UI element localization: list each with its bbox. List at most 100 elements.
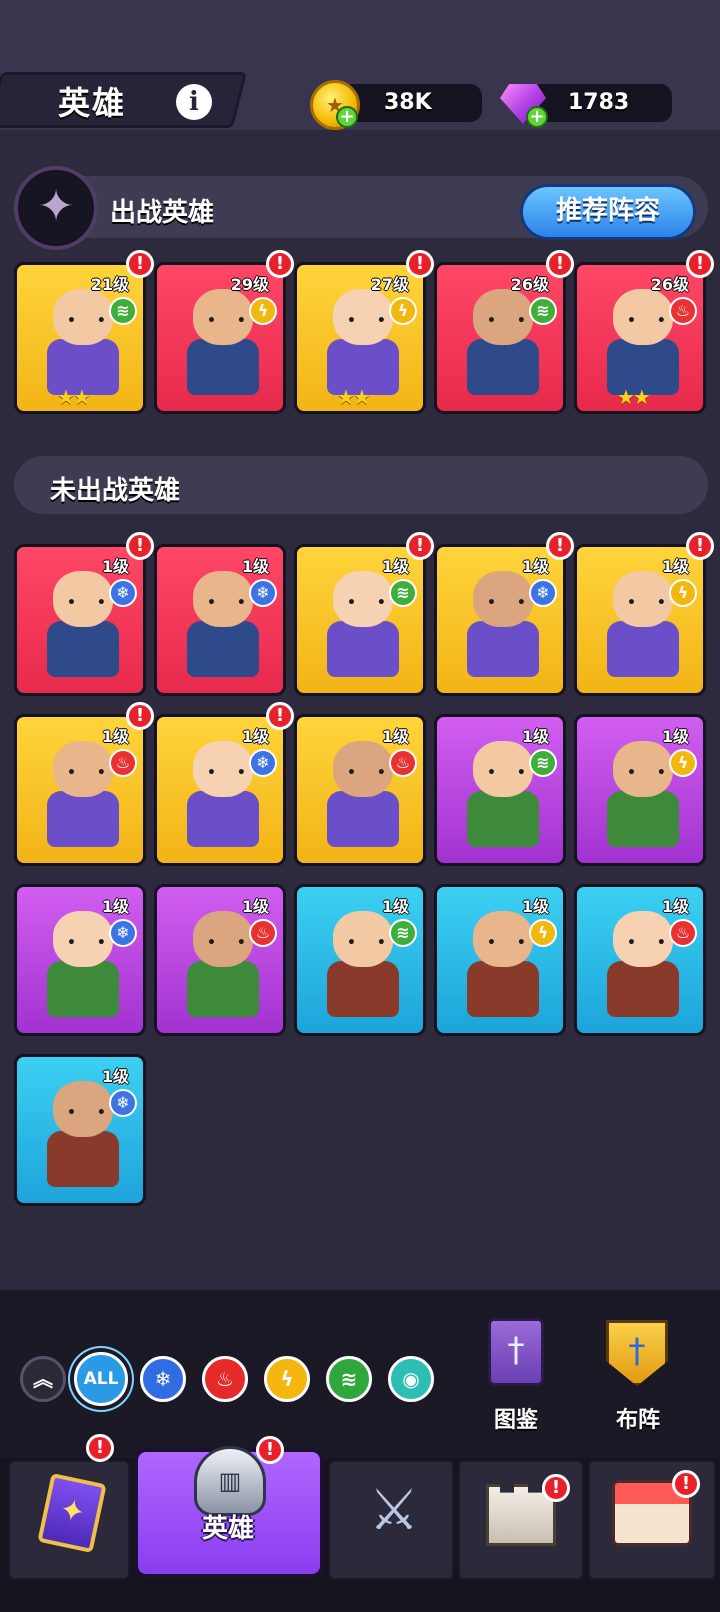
- inactive-hero-card[interactable]: • • 1级 ❄: [14, 1054, 146, 1206]
- wind-element-icon: ≋: [389, 919, 417, 947]
- hero-eyes: • •: [487, 313, 534, 329]
- inactive-hero-card[interactable]: • • 1级 ❄: [14, 884, 146, 1036]
- knight-helmet-icon: ▥: [194, 1446, 266, 1516]
- hero-eyes: • •: [487, 765, 534, 781]
- hero-eyes: • •: [347, 313, 394, 329]
- inactive-hero-card[interactable]: • • 1级 ♨: [574, 884, 706, 1036]
- hero-level: 1级: [241, 897, 269, 916]
- hero-level: 1级: [661, 557, 689, 576]
- hero-body: [467, 961, 539, 1017]
- filter-fire-icon[interactable]: ♨: [202, 1356, 248, 1402]
- hero-stars: ★★: [57, 385, 91, 409]
- add-coins-button[interactable]: +: [336, 106, 358, 128]
- inactive-hero-card[interactable]: • • 1级 ϟ: [574, 544, 706, 696]
- hero-alert-badge: !: [406, 250, 434, 278]
- active-hero-card[interactable]: • • 29级 ϟ: [154, 262, 286, 414]
- hero-body: [47, 621, 119, 677]
- hero-level: 1级: [381, 897, 409, 916]
- collapse-chevron-icon[interactable]: ︽: [20, 1356, 66, 1402]
- hero-body: [187, 621, 259, 677]
- filter-ice-icon[interactable]: ❄: [140, 1356, 186, 1402]
- hero-eyes: • •: [347, 765, 394, 781]
- ice-element-icon: ❄: [249, 749, 277, 777]
- hero-level: 26级: [650, 275, 689, 294]
- codex-book-icon[interactable]: †: [488, 1318, 544, 1386]
- hero-alert-badge: !: [546, 532, 574, 560]
- inactive-hero-card[interactable]: • • 1级 ϟ: [434, 884, 566, 1036]
- filter-wind-icon[interactable]: ≋: [326, 1356, 372, 1402]
- hero-eyes: • •: [347, 595, 394, 611]
- active-hero-card[interactable]: • • 26级 ≋: [434, 262, 566, 414]
- ice-element-icon: ❄: [249, 579, 277, 607]
- info-icon[interactable]: i: [176, 84, 212, 120]
- page-title: 英雄: [58, 84, 127, 122]
- inactive-hero-card[interactable]: • • 1级 ♨: [14, 714, 146, 866]
- inactive-hero-card[interactable]: • • 1级 ♨: [294, 714, 426, 866]
- wind-element-icon: ≋: [389, 579, 417, 607]
- thunder-element-icon: ϟ: [529, 919, 557, 947]
- active-hero-card[interactable]: • • 27级 ϟ ★★: [294, 262, 426, 414]
- hero-body: [607, 621, 679, 677]
- filter-all-button[interactable]: ALL: [74, 1352, 128, 1406]
- hero-body: [187, 791, 259, 847]
- hero-body: [467, 791, 539, 847]
- inactive-hero-card[interactable]: • • 1级 ❄: [434, 544, 566, 696]
- ice-element-icon: ❄: [529, 579, 557, 607]
- hero-body: [47, 791, 119, 847]
- fire-element-icon: ♨: [389, 749, 417, 777]
- filter-thunder-icon[interactable]: ϟ: [264, 1356, 310, 1402]
- gem-amount: 1783: [568, 90, 630, 115]
- add-gems-button[interactable]: +: [526, 106, 548, 128]
- fire-element-icon: ♨: [669, 919, 697, 947]
- hero-eyes: • •: [67, 935, 114, 951]
- inactive-hero-card[interactable]: • • 1级 ≋: [434, 714, 566, 866]
- team-emblem-icon: ✦: [14, 166, 98, 250]
- inactive-hero-card[interactable]: • • 1级 ϟ: [574, 714, 706, 866]
- hero-level: 1级: [381, 727, 409, 746]
- hero-eyes: • •: [627, 595, 674, 611]
- fire-element-icon: ♨: [249, 919, 277, 947]
- hero-alert-badge: !: [266, 702, 294, 730]
- hero-level: 1级: [101, 557, 129, 576]
- hero-eyes: • •: [347, 935, 394, 951]
- hero-stars: ★★: [617, 385, 651, 409]
- hero-eyes: • •: [207, 765, 254, 781]
- hero-eyes: • •: [207, 935, 254, 951]
- hero-level: 26级: [510, 275, 549, 294]
- codex-label[interactable]: 图鉴: [494, 1402, 538, 1434]
- inactive-hero-card[interactable]: • • 1级 ❄: [154, 544, 286, 696]
- castle-tab-alert-badge: !: [542, 1474, 570, 1502]
- hero-body: [467, 621, 539, 677]
- ice-element-icon: ❄: [109, 919, 137, 947]
- hero-body: [327, 621, 399, 677]
- hero-eyes: • •: [67, 765, 114, 781]
- fire-element-icon: ♨: [109, 749, 137, 777]
- inactive-hero-card[interactable]: • • 1级 ❄: [14, 544, 146, 696]
- hero-alert-badge: !: [406, 532, 434, 560]
- hero-alert-badge: !: [686, 532, 714, 560]
- fire-element-icon: ♨: [669, 297, 697, 325]
- hero-level: 1级: [521, 727, 549, 746]
- hero-body: [607, 961, 679, 1017]
- formation-label[interactable]: 布阵: [616, 1402, 660, 1434]
- thunder-element-icon: ϟ: [669, 749, 697, 777]
- hero-body: [467, 339, 539, 395]
- hero-eyes: • •: [487, 935, 534, 951]
- hero-eyes: • •: [627, 765, 674, 781]
- recommend-lineup-button[interactable]: 推荐阵容: [520, 184, 696, 240]
- hero-body: [47, 1131, 119, 1187]
- inactive-hero-card[interactable]: • • 1级 ≋: [294, 884, 426, 1036]
- inactive-hero-card[interactable]: • • 1级 ❄: [154, 714, 286, 866]
- filter-eye-icon[interactable]: ◉: [388, 1356, 434, 1402]
- hero-level: 1级: [101, 727, 129, 746]
- hero-level: 1级: [521, 557, 549, 576]
- active-hero-card[interactable]: • • 21级 ≋ ★★: [14, 262, 146, 414]
- inactive-hero-card[interactable]: • • 1级 ≋: [294, 544, 426, 696]
- hero-level: 1级: [661, 897, 689, 916]
- active-hero-card[interactable]: • • 26级 ♨ ★★: [574, 262, 706, 414]
- hero-level: 27级: [370, 275, 409, 294]
- inactive-hero-card[interactable]: • • 1级 ♨: [154, 884, 286, 1036]
- heroes-tab-alert-badge: !: [256, 1436, 284, 1464]
- ice-element-icon: ❄: [109, 1089, 137, 1117]
- hero-level: 1级: [381, 557, 409, 576]
